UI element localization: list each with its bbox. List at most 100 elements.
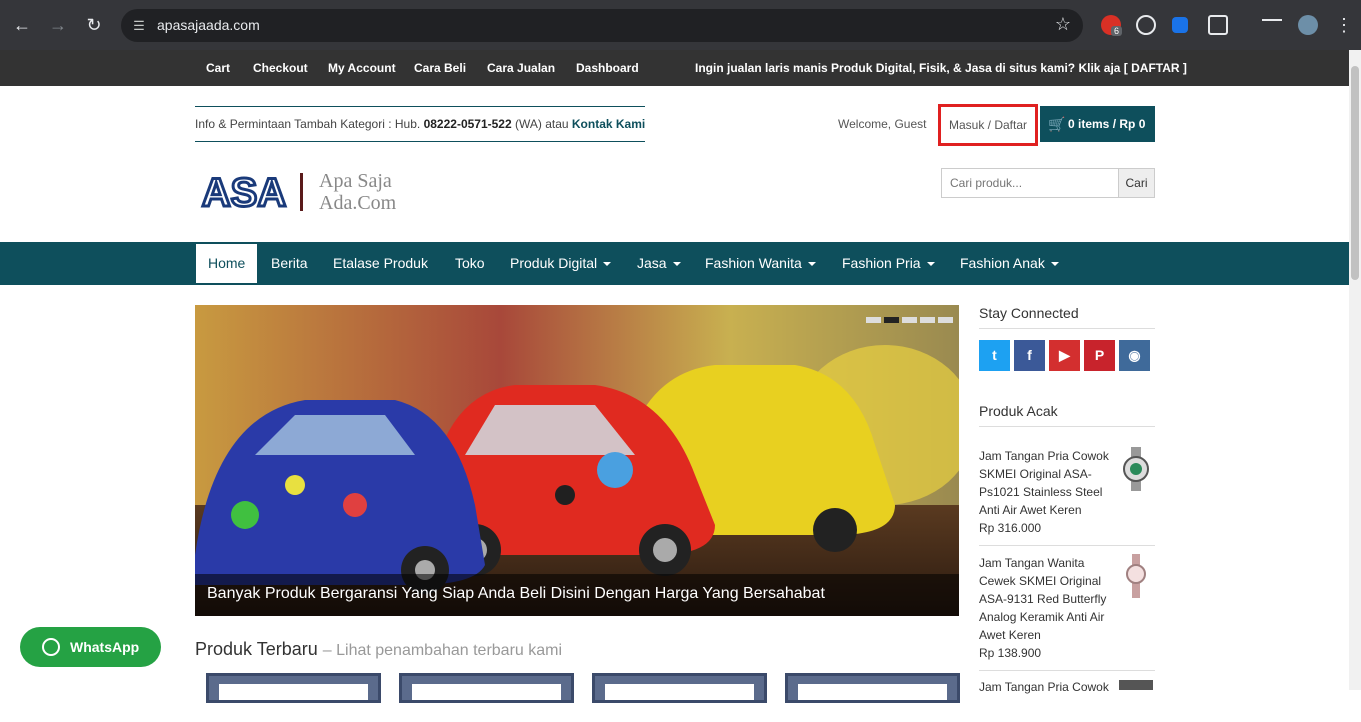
toplink-my-account[interactable]: My Account — [328, 61, 396, 75]
browser-toolbar: ← → ↻ ☰ apasajaada.com ☆ 6 ⋮ — [0, 0, 1361, 50]
nav-fashion-wanita-label: Fashion Wanita — [705, 255, 802, 271]
profile-avatar[interactable] — [1298, 15, 1318, 35]
toplink-checkout[interactable]: Checkout — [253, 61, 308, 75]
product-card[interactable] — [399, 673, 574, 703]
forward-icon[interactable]: → — [46, 13, 70, 37]
nav-fashion-pria-label: Fashion Pria — [842, 255, 921, 271]
slider-dot[interactable] — [866, 317, 881, 323]
watch-product-image[interactable] — [1119, 554, 1153, 598]
nav-fashion-pria[interactable]: Fashion Pria — [842, 242, 935, 285]
product-card[interactable] — [592, 673, 767, 703]
whatsapp-label: WhatsApp — [70, 639, 140, 655]
nav-jasa[interactable]: Jasa — [637, 242, 681, 285]
watch-product-image[interactable] — [1119, 678, 1153, 722]
url-text: apasajaada.com — [157, 17, 260, 33]
hero-toy-cars-image — [195, 305, 959, 616]
globe-icon[interactable] — [1136, 15, 1156, 35]
nav-produk-digital[interactable]: Produk Digital — [510, 242, 612, 285]
cart-icon: 🛒 — [1048, 116, 1066, 132]
random-product-item[interactable]: Jam Tangan Pria Cowok — [979, 678, 1155, 696]
contact-link[interactable]: Kontak Kami — [572, 117, 645, 131]
info-prefix: Info & Permintaan Tambah Kategori : Hub. — [195, 117, 424, 131]
toplink-cara-beli[interactable]: Cara Beli — [414, 61, 466, 75]
nav-fashion-anak[interactable]: Fashion Anak — [960, 242, 1059, 285]
main-navigation: Home Berita Etalase Produk Toko Produk D… — [0, 242, 1349, 285]
nav-berita[interactable]: Berita — [271, 242, 308, 285]
extensions-puzzle-icon[interactable] — [1208, 15, 1228, 35]
product-name[interactable]: Jam Tangan Pria Cowok — [979, 678, 1113, 696]
divider — [979, 670, 1155, 671]
reload-icon[interactable]: ↻ — [82, 13, 106, 37]
nav-jasa-label: Jasa — [637, 255, 667, 271]
cart-button[interactable]: 🛒 0 items / Rp 0 — [1040, 106, 1155, 142]
nav-toko[interactable]: Toko — [455, 242, 485, 285]
page-scrollbar[interactable] — [1349, 50, 1361, 690]
logo-separator — [300, 173, 303, 211]
stay-connected-heading: Stay Connected — [979, 305, 1079, 321]
asa-logo-text: ASA — [202, 171, 286, 214]
divider — [979, 328, 1155, 329]
nav-etalase-produk[interactable]: Etalase Produk — [333, 242, 428, 285]
welcome-text: Welcome, Guest — [838, 117, 927, 131]
whatsapp-icon — [42, 638, 60, 656]
facebook-icon[interactable]: f — [1014, 340, 1045, 371]
slider-dot-active[interactable] — [884, 317, 899, 323]
logo-tagline: Apa Saja Ada.Com — [319, 170, 396, 214]
product-name[interactable]: Jam Tangan Wanita Cewek SKMEI Original A… — [979, 554, 1113, 644]
info-banner: Info & Permintaan Tambah Kategori : Hub.… — [195, 106, 645, 142]
section-title-produk-terbaru: Produk Terbaru – Lihat penambahan terbar… — [195, 639, 562, 660]
nav-home[interactable]: Home — [196, 244, 258, 283]
extension-badge: 6 — [1111, 26, 1123, 36]
product-card[interactable] — [206, 673, 381, 703]
menu-dots-icon[interactable]: ⋮ — [1332, 13, 1356, 37]
address-bar[interactable]: ☰ apasajaada.com ☆ — [121, 9, 1083, 42]
verified-extension-icon[interactable] — [1172, 17, 1188, 33]
chevron-down-icon — [926, 262, 935, 267]
site-info-icon[interactable]: ☰ — [130, 17, 148, 35]
asa-logo-mark: ASA — [200, 170, 287, 215]
toplink-cara-jualan[interactable]: Cara Jualan — [487, 61, 555, 75]
product-card[interactable] — [785, 673, 960, 703]
whatsapp-button[interactable]: WhatsApp — [20, 627, 161, 667]
promo-daftar-link[interactable]: Ingin jualan laris manis Produk Digital,… — [695, 61, 1187, 75]
product-price: Rp 138.900 — [979, 646, 1042, 660]
produk-title: Produk Terbaru — [195, 639, 318, 659]
top-links-bar: Cart Checkout My Account Cara Beli Cara … — [0, 50, 1349, 86]
watch-product-image[interactable] — [1119, 447, 1153, 491]
produk-acak-heading: Produk Acak — [979, 403, 1058, 419]
toplink-cart[interactable]: Cart — [206, 61, 230, 75]
search-input[interactable] — [941, 168, 1119, 198]
slider-dot[interactable] — [902, 317, 917, 323]
chevron-down-icon — [1050, 262, 1059, 267]
slider-dot[interactable] — [920, 317, 935, 323]
nav-produk-digital-label: Produk Digital — [510, 255, 598, 271]
pinterest-icon[interactable]: P — [1084, 340, 1115, 371]
nav-fashion-anak-label: Fashion Anak — [960, 255, 1045, 271]
youtube-icon[interactable]: ▶ — [1049, 340, 1080, 371]
scrollbar-thumb[interactable] — [1351, 66, 1359, 280]
bookmark-star-icon[interactable]: ☆ — [1055, 14, 1071, 35]
hero-slider[interactable]: Banyak Produk Bergaransi Yang Siap Anda … — [195, 305, 959, 616]
slider-caption: Banyak Produk Bergaransi Yang Siap Anda … — [195, 574, 959, 616]
product-price: Rp 316.000 — [979, 521, 1042, 535]
site-logo[interactable]: ASA Apa Saja Ada.Com — [199, 168, 409, 218]
divider — [979, 545, 1155, 546]
phone-number: 08222-0571-522 — [423, 117, 512, 131]
product-name[interactable]: Jam Tangan Pria Cowok SKMEI Original ASA… — [979, 447, 1113, 519]
twitter-icon[interactable]: t — [979, 340, 1010, 371]
random-product-item[interactable]: Jam Tangan Wanita Cewek SKMEI Original A… — [979, 554, 1155, 662]
nav-fashion-wanita[interactable]: Fashion Wanita — [705, 242, 816, 285]
login-register-link[interactable]: Masuk / Daftar — [938, 104, 1038, 146]
instagram-icon[interactable]: ◉ — [1119, 340, 1150, 371]
cart-summary: 0 items / Rp 0 — [1068, 117, 1146, 131]
info-mid: (WA) atau — [511, 117, 572, 131]
chevron-down-icon — [807, 262, 816, 267]
media-control-icon[interactable] — [1262, 19, 1282, 31]
back-icon[interactable]: ← — [10, 13, 34, 37]
toplink-dashboard[interactable]: Dashboard — [576, 61, 639, 75]
search-button[interactable]: Cari — [1118, 168, 1155, 198]
slider-dot[interactable] — [938, 317, 953, 323]
random-product-item[interactable]: Jam Tangan Pria Cowok SKMEI Original ASA… — [979, 447, 1155, 537]
produk-subtitle: – Lihat penambahan terbaru kami — [322, 642, 563, 659]
chevron-down-icon — [672, 262, 681, 267]
